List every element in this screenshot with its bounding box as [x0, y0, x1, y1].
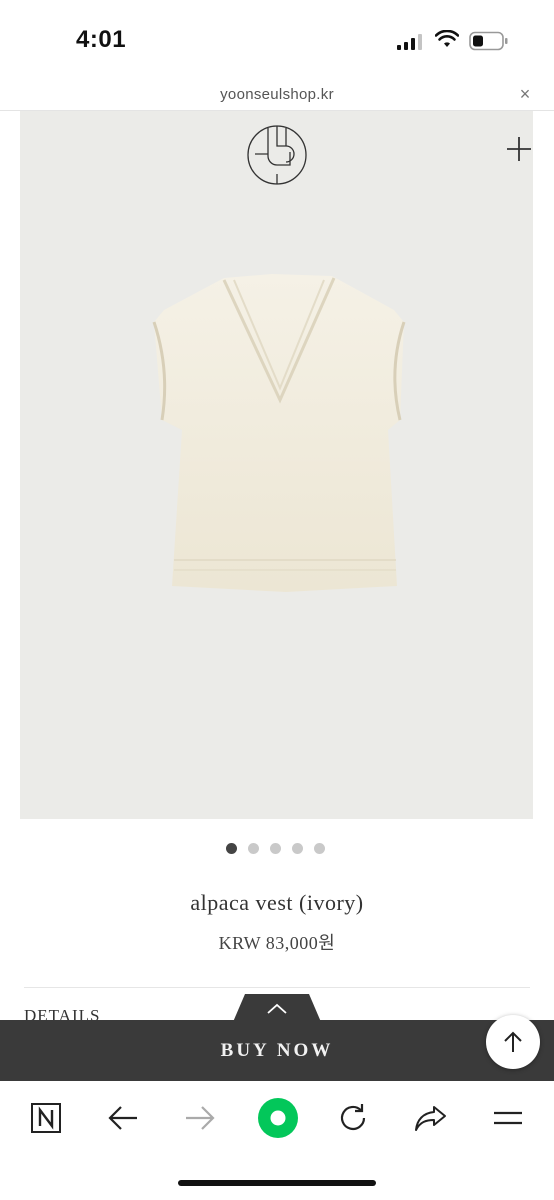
plus-icon[interactable] — [505, 135, 533, 163]
naver-n-button[interactable] — [26, 1098, 66, 1138]
reload-button[interactable] — [333, 1098, 373, 1138]
gallery-dot[interactable] — [248, 843, 259, 854]
close-icon[interactable]: × — [515, 84, 535, 104]
gallery-dot[interactable] — [292, 843, 303, 854]
url-text[interactable]: yoonseulshop.kr — [0, 86, 554, 103]
arrow-up-icon — [504, 1031, 522, 1052]
share-button[interactable] — [411, 1098, 451, 1138]
brand-logo-icon[interactable] — [246, 124, 308, 186]
forward-arrow-icon — [186, 1106, 215, 1130]
forward-button[interactable] — [180, 1098, 220, 1138]
section-divider — [24, 987, 530, 988]
green-home-icon — [258, 1098, 298, 1138]
cellular-signal-icon — [397, 34, 422, 50]
back-arrow-icon — [108, 1106, 137, 1130]
menu-icon — [494, 1111, 522, 1125]
scroll-top-button[interactable] — [486, 1015, 540, 1069]
battery-icon — [469, 31, 508, 51]
gallery-dot[interactable] — [314, 843, 325, 854]
naver-n-icon — [31, 1103, 61, 1133]
product-name: alpaca vest (ivory) — [190, 890, 364, 915]
home-button[interactable] — [256, 1096, 300, 1140]
menu-button[interactable] — [488, 1098, 528, 1138]
back-button[interactable] — [103, 1098, 143, 1138]
vest-product-photo — [152, 274, 406, 592]
share-icon — [415, 1106, 446, 1131]
buy-now-button[interactable]: BUY NOW — [0, 1040, 554, 1062]
status-time: 4:01 — [76, 26, 127, 53]
reload-icon — [340, 1104, 366, 1131]
gallery-pagination — [226, 843, 336, 855]
gallery-dot[interactable] — [270, 843, 281, 854]
product-price: KRW 83,000원 — [218, 933, 336, 953]
wifi-icon — [435, 30, 459, 47]
home-indicator — [178, 1180, 376, 1186]
gallery-dot[interactable] — [226, 843, 237, 854]
expand-tab[interactable] — [233, 994, 321, 1022]
